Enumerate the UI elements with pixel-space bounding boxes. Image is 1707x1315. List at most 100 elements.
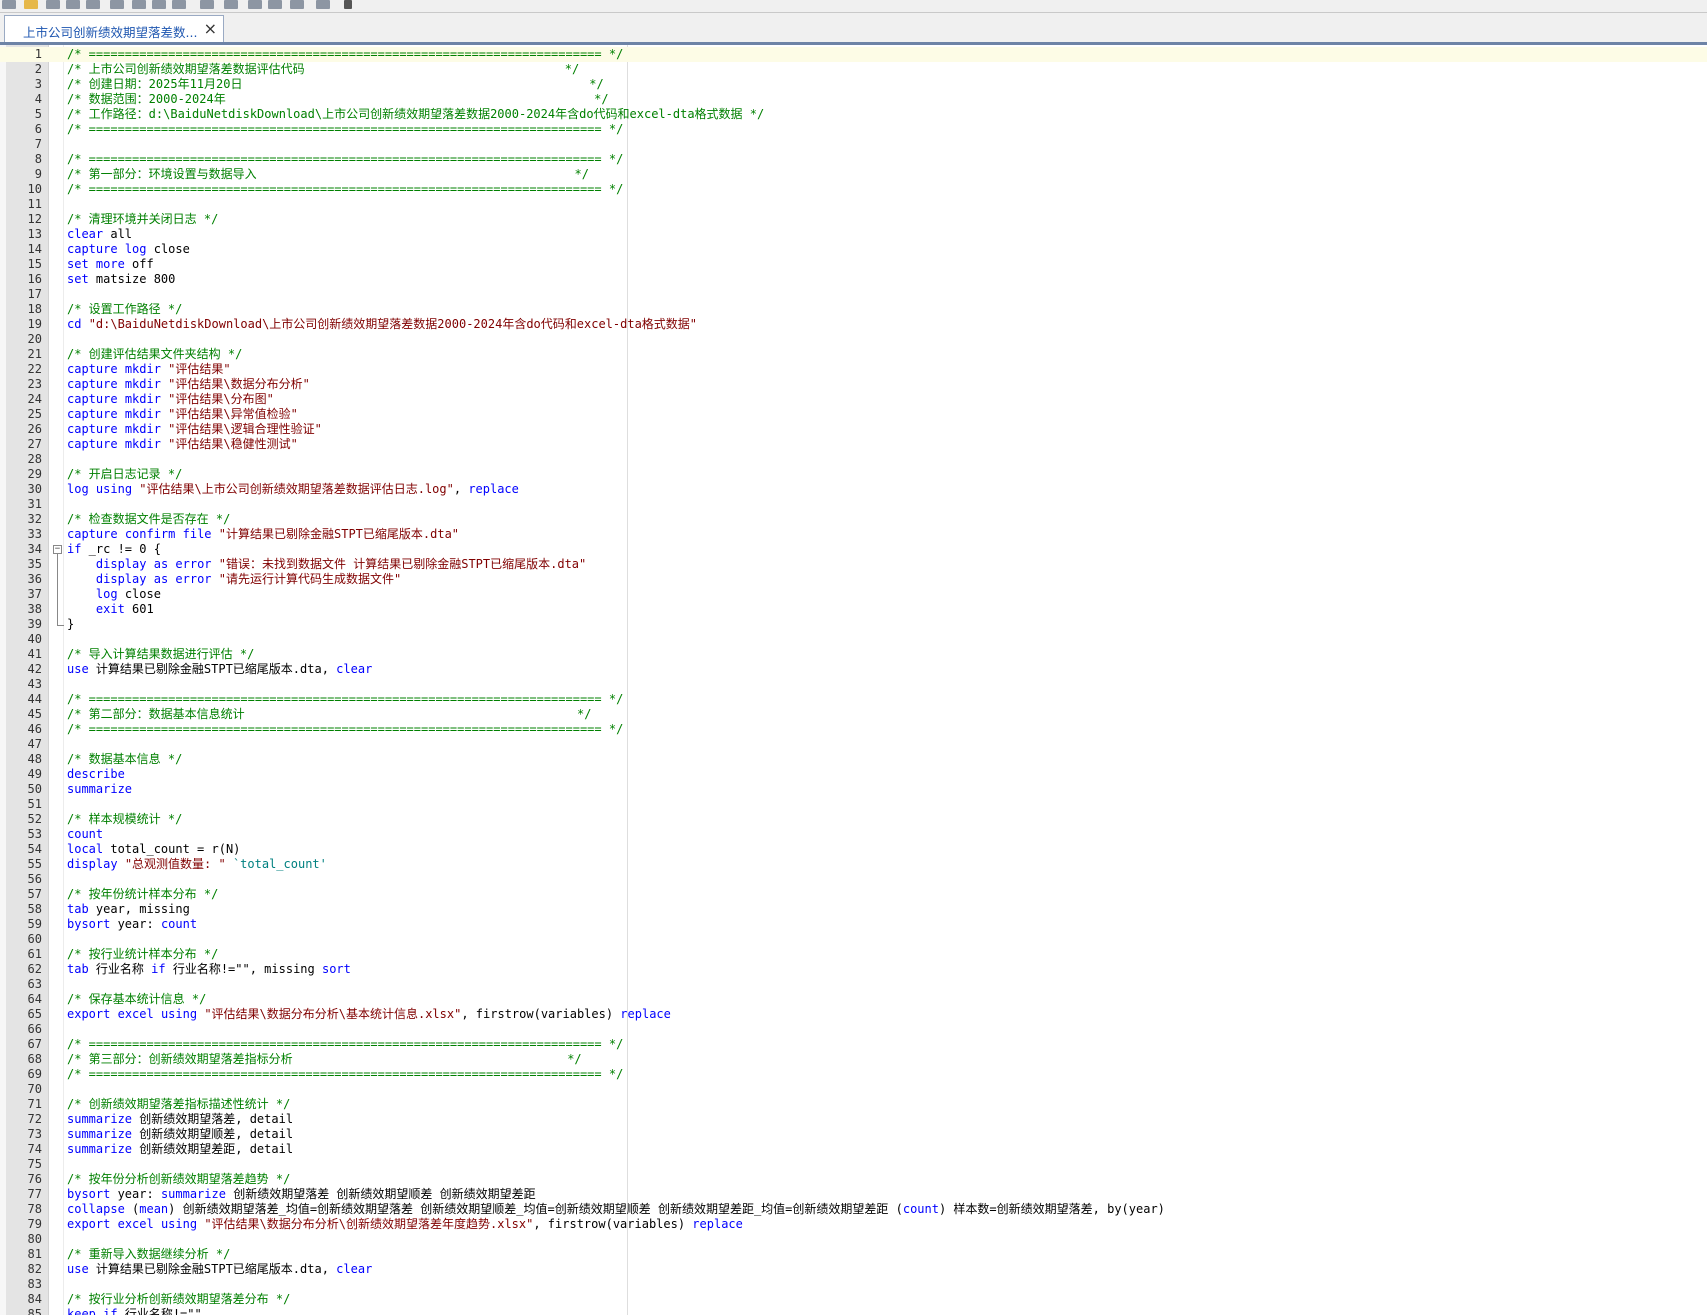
code-line[interactable]: 71 /* 创新绩效期望落差指标描述性统计 */ [0, 1097, 1707, 1112]
code-line[interactable]: 82 use 计算结果已剔除金融STPT已缩尾版本.dta, clear [0, 1262, 1707, 1277]
copy-icon[interactable] [152, 0, 166, 9]
code-line[interactable]: 59 bysort year: count [0, 917, 1707, 932]
tab-active-file[interactable]: 上市公司创新绩效期望落差数... × [4, 15, 224, 43]
find-icon[interactable] [110, 0, 124, 9]
code-line[interactable]: 67 /* ===================================… [0, 1037, 1707, 1052]
code-line[interactable]: 65 export excel using "评估结果\数据分布分析\基本统计信息… [0, 1007, 1707, 1022]
code-line[interactable]: 24 capture mkdir "评估结果\分布图" [0, 392, 1707, 407]
code-line[interactable]: 47 [0, 737, 1707, 752]
code-line[interactable]: 1 /* ====================================… [0, 47, 1707, 62]
code-line[interactable]: 16 set matsize 800 [0, 272, 1707, 287]
fold-toggle-icon[interactable]: − [50, 542, 62, 557]
code-line[interactable]: 7 [0, 137, 1707, 152]
code-line[interactable]: 33 capture confirm file "计算结果已剔除金融STPT已缩尾… [0, 527, 1707, 542]
code-line[interactable]: 12 /* 清理环境并关闭日志 */ [0, 212, 1707, 227]
code-line[interactable]: 23 capture mkdir "评估结果\数据分布分析" [0, 377, 1707, 392]
code-line[interactable]: 48 /* 数据基本信息 */ [0, 752, 1707, 767]
redo-icon[interactable] [224, 0, 238, 9]
save-icon[interactable] [46, 0, 60, 9]
code-line[interactable]: 42 use 计算结果已剔除金融STPT已缩尾版本.dta, clear [0, 662, 1707, 677]
code-line[interactable]: 69 /* ===================================… [0, 1067, 1707, 1082]
code-line[interactable]: 26 capture mkdir "评估结果\逻辑合理性验证" [0, 422, 1707, 437]
code-line[interactable]: 61 /* 按行业统计样本分布 */ [0, 947, 1707, 962]
code-line[interactable]: 29 /* 开启日志记录 */ [0, 467, 1707, 482]
print-icon[interactable] [86, 0, 100, 9]
code-line[interactable]: 78 collapse (mean) 创新绩效期望落差_均值=创新绩效期望落差 创… [0, 1202, 1707, 1217]
dropdown-icon[interactable] [344, 0, 352, 9]
code-line[interactable]: 84 /* 按行业分析创新绩效期望落差分布 */ [0, 1292, 1707, 1307]
code-line[interactable]: 19 cd "d:\BaiduNetdiskDownload\上市公司创新绩效期望… [0, 317, 1707, 332]
cut-icon[interactable] [132, 0, 146, 9]
code-line[interactable]: 68 /* 第三部分：创新绩效期望落差指标分析 */ [0, 1052, 1707, 1067]
code-line[interactable]: 41 /* 导入计算结果数据进行评估 */ [0, 647, 1707, 662]
code-line[interactable]: 72 summarize 创新绩效期望落差, detail [0, 1112, 1707, 1127]
code-line[interactable]: 85 keep if 行业名称!="" [0, 1307, 1707, 1315]
code-line[interactable]: 60 [0, 932, 1707, 947]
save-all-icon[interactable] [66, 0, 80, 9]
code-line[interactable]: 70 [0, 1082, 1707, 1097]
code-line[interactable]: 8 /* ====================================… [0, 152, 1707, 167]
code-line[interactable]: 43 [0, 677, 1707, 692]
code-line[interactable]: 64 /* 保存基本统计信息 */ [0, 992, 1707, 1007]
code-line[interactable]: 31 [0, 497, 1707, 512]
code-line[interactable]: 57 /* 按年份统计样本分布 */ [0, 887, 1707, 902]
code-line[interactable]: 44 /* ===================================… [0, 692, 1707, 707]
code-line[interactable]: 3 /* 创建日期：2025年11月20日 */ [0, 77, 1707, 92]
run-icon[interactable] [316, 0, 330, 9]
code-line[interactable]: 62 tab 行业名称 if 行业名称!="", missing sort [0, 962, 1707, 977]
code-line[interactable]: 40 [0, 632, 1707, 647]
code-line[interactable]: 53 count [0, 827, 1707, 842]
code-line[interactable]: 20 [0, 332, 1707, 347]
code-editor[interactable]: 1 /* ====================================… [0, 45, 1707, 1315]
code-line[interactable]: 36 display as error "请先运行计算代码生成数据文件" [0, 572, 1707, 587]
code-line[interactable]: 34− if _rc != 0 { [0, 542, 1707, 557]
code-line[interactable]: 49 describe [0, 767, 1707, 782]
code-line[interactable]: 10 /* ===================================… [0, 182, 1707, 197]
code-line[interactable]: 28 [0, 452, 1707, 467]
code-line[interactable]: 51 [0, 797, 1707, 812]
code-line[interactable]: 56 [0, 872, 1707, 887]
code-line[interactable]: 74 summarize 创新绩效期望差距, detail [0, 1142, 1707, 1157]
new-file-icon[interactable] [2, 0, 16, 9]
code-line[interactable]: 58 tab year, missing [0, 902, 1707, 917]
code-line[interactable]: 73 summarize 创新绩效期望顺差, detail [0, 1127, 1707, 1142]
code-line[interactable]: 76 /* 按年份分析创新绩效期望落差趋势 */ [0, 1172, 1707, 1187]
undo-icon[interactable] [200, 0, 214, 9]
code-line[interactable]: 38 exit 601 [0, 602, 1707, 617]
code-line[interactable]: 39} [0, 617, 1707, 632]
code-line[interactable]: 63 [0, 977, 1707, 992]
code-line[interactable]: 5 /* 工作路径：d:\BaiduNetdiskDownload\上市公司创新绩… [0, 107, 1707, 122]
code-line[interactable]: 2 /* 上市公司创新绩效期望落差数据评估代码 */ [0, 62, 1707, 77]
code-line[interactable]: 21 /* 创建评估结果文件夹结构 */ [0, 347, 1707, 362]
code-line[interactable]: 6 /* ====================================… [0, 122, 1707, 137]
bookmark-next-icon[interactable] [268, 0, 282, 9]
code-line[interactable]: 81 /* 重新导入数据继续分析 */ [0, 1247, 1707, 1262]
code-line[interactable]: 45 /* 第二部分：数据基本信息统计 */ [0, 707, 1707, 722]
code-line[interactable]: 35 display as error "错误：未找到数据文件 计算结果已剔除金… [0, 557, 1707, 572]
code-line[interactable]: 9 /* 第一部分：环境设置与数据导入 */ [0, 167, 1707, 182]
code-line[interactable]: 15 set more off [0, 257, 1707, 272]
paste-icon[interactable] [172, 0, 186, 9]
code-line[interactable]: 17 [0, 287, 1707, 302]
code-line[interactable]: 79 export excel using "评估结果\数据分布分析\创新绩效期望… [0, 1217, 1707, 1232]
code-line[interactable]: 11 [0, 197, 1707, 212]
code-line[interactable]: 13 clear all [0, 227, 1707, 242]
code-line[interactable]: 55 display "总观测值数量: " `total_count' [0, 857, 1707, 872]
code-line[interactable]: 66 [0, 1022, 1707, 1037]
bookmark-icon[interactable] [248, 0, 262, 9]
code-line[interactable]: 75 [0, 1157, 1707, 1172]
code-line[interactable]: 27 capture mkdir "评估结果\稳健性测试" [0, 437, 1707, 452]
code-line[interactable]: 54 local total_count = r(N) [0, 842, 1707, 857]
bookmark-prev-icon[interactable] [290, 0, 304, 9]
code-line[interactable]: 46 /* ===================================… [0, 722, 1707, 737]
code-line[interactable]: 22 capture mkdir "评估结果" [0, 362, 1707, 377]
code-line[interactable]: 14 capture log close [0, 242, 1707, 257]
code-line[interactable]: 32 /* 检查数据文件是否存在 */ [0, 512, 1707, 527]
code-line[interactable]: 77 bysort year: summarize 创新绩效期望落差 创新绩效期望… [0, 1187, 1707, 1202]
code-line[interactable]: 83 [0, 1277, 1707, 1292]
open-folder-icon[interactable] [24, 0, 38, 9]
code-line[interactable]: 25 capture mkdir "评估结果\异常值检验" [0, 407, 1707, 422]
tab-close-icon[interactable]: × [204, 19, 217, 38]
code-line[interactable]: 80 [0, 1232, 1707, 1247]
code-line[interactable]: 37 log close [0, 587, 1707, 602]
